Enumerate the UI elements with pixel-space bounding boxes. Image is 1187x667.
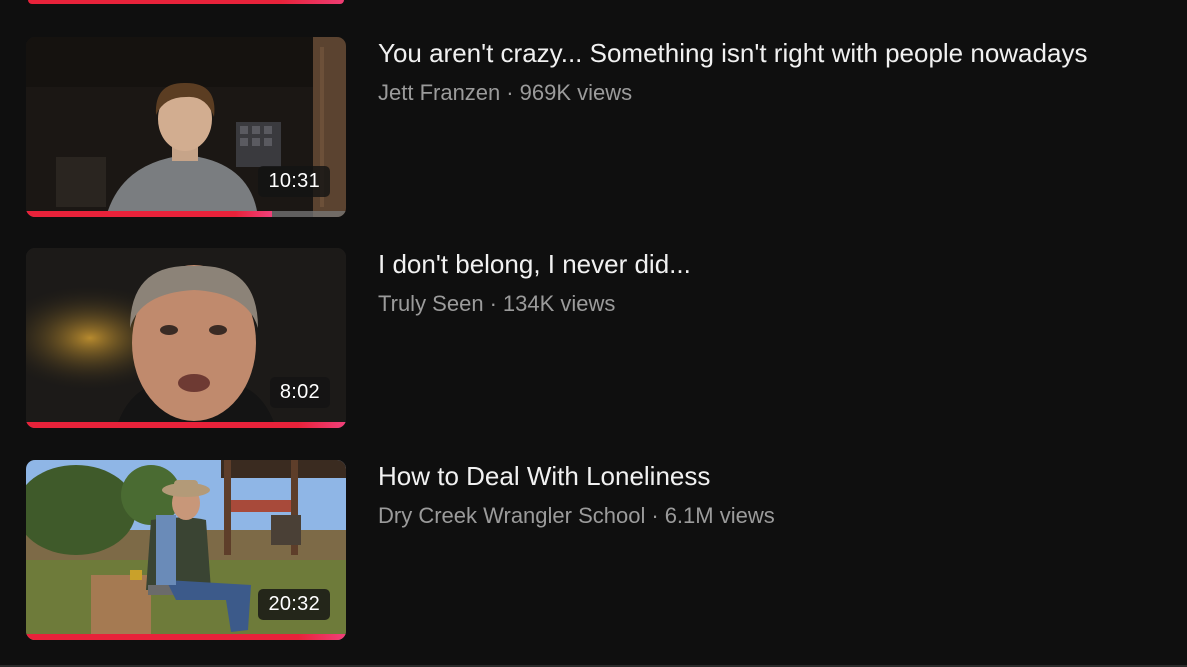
video-item[interactable]: 8:02 I don't belong, I never did... Trul…: [26, 248, 1187, 428]
video-meta: You aren't crazy... Something isn't righ…: [378, 37, 1087, 108]
watch-progress-fill: [26, 211, 273, 217]
video-title[interactable]: You aren't crazy... Something isn't righ…: [378, 36, 1087, 70]
view-count: 134K views: [502, 291, 616, 316]
watch-progress-fill: [26, 634, 346, 640]
separator-dot: ·: [489, 291, 497, 316]
channel-name[interactable]: Truly Seen: [378, 291, 484, 316]
previous-video-progress-bar: [28, 0, 344, 4]
video-thumbnail[interactable]: 10:31: [26, 37, 346, 217]
video-subtitle: Dry Creek Wrangler School · 6.1M views: [378, 501, 775, 531]
watch-history-list: 10:31 You aren't crazy... Something isn'…: [0, 0, 1187, 667]
watch-progress-bar: [26, 211, 346, 217]
video-title[interactable]: I don't belong, I never did...: [378, 247, 691, 281]
video-thumbnail[interactable]: 20:32: [26, 460, 346, 640]
watch-progress-bar: [26, 422, 346, 428]
video-thumbnail[interactable]: 8:02: [26, 248, 346, 428]
video-subtitle: Jett Franzen · 969K views: [378, 78, 1087, 108]
video-duration: 8:02: [269, 377, 330, 408]
video-meta: I don't belong, I never did... Truly See…: [378, 248, 691, 319]
video-subtitle: Truly Seen · 134K views: [378, 289, 691, 319]
video-title[interactable]: How to Deal With Loneliness: [378, 459, 775, 493]
watch-progress-fill: [26, 422, 346, 428]
watch-progress-bar: [26, 634, 346, 640]
video-duration: 10:31: [258, 166, 330, 197]
video-duration: 20:32: [258, 589, 330, 620]
view-count: 969K views: [519, 80, 633, 105]
view-count: 6.1M views: [664, 503, 775, 528]
video-item[interactable]: 20:32 How to Deal With Loneliness Dry Cr…: [26, 460, 1187, 640]
video-item[interactable]: 10:31 You aren't crazy... Something isn'…: [26, 37, 1187, 217]
channel-name[interactable]: Jett Franzen: [378, 80, 500, 105]
separator-dot: ·: [506, 80, 514, 105]
channel-name[interactable]: Dry Creek Wrangler School: [378, 503, 645, 528]
separator-dot: ·: [651, 503, 659, 528]
video-meta: How to Deal With Loneliness Dry Creek Wr…: [378, 460, 775, 531]
